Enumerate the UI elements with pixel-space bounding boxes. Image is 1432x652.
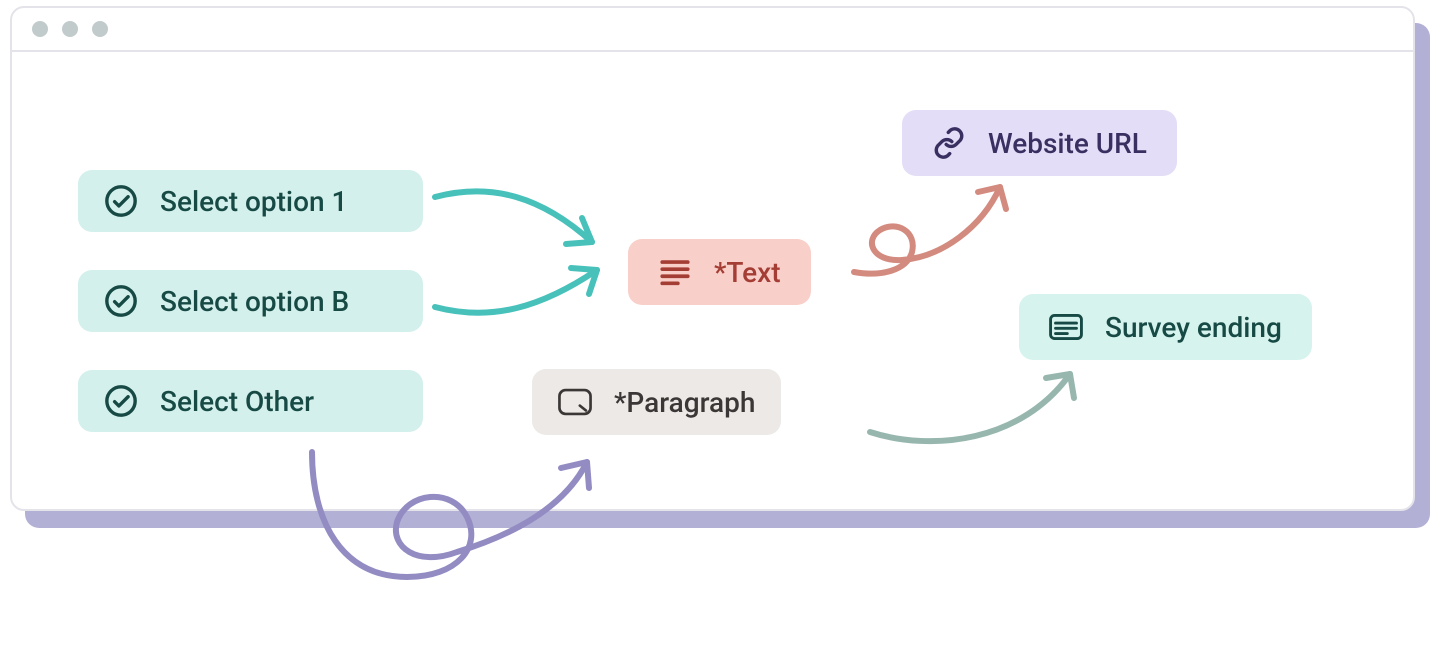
ending-node-label: Survey ending <box>1105 311 1282 344</box>
flow-canvas: Select option 1 Select option B Select O… <box>12 52 1413 509</box>
paragraph-node[interactable]: *Paragraph <box>532 369 781 435</box>
traffic-light-dot <box>62 21 78 37</box>
text-lines-icon <box>658 255 692 289</box>
url-node[interactable]: Website URL <box>902 110 1177 176</box>
check-circle-icon <box>104 184 138 218</box>
paragraph-box-icon <box>558 385 592 419</box>
option-node-1[interactable]: Select option 1 <box>78 170 423 232</box>
link-icon <box>932 126 966 160</box>
option-label: Select option 1 <box>160 185 347 218</box>
ending-node[interactable]: Survey ending <box>1019 294 1312 360</box>
check-circle-icon <box>104 284 138 318</box>
option-node-3[interactable]: Select Other <box>78 370 423 432</box>
option-label: Select option B <box>160 285 349 318</box>
check-circle-icon <box>104 384 138 418</box>
traffic-light-dot <box>32 21 48 37</box>
window-titlebar <box>12 8 1413 52</box>
browser-window: Select option 1 Select option B Select O… <box>10 6 1415 511</box>
traffic-light-dot <box>92 21 108 37</box>
option-node-2[interactable]: Select option B <box>78 270 423 332</box>
paragraph-node-label: *Paragraph <box>614 386 755 419</box>
option-label: Select Other <box>160 385 314 418</box>
text-node-label: *Text <box>714 256 781 289</box>
document-icon <box>1049 310 1083 344</box>
url-node-label: Website URL <box>988 127 1147 160</box>
text-node[interactable]: *Text <box>628 239 811 305</box>
